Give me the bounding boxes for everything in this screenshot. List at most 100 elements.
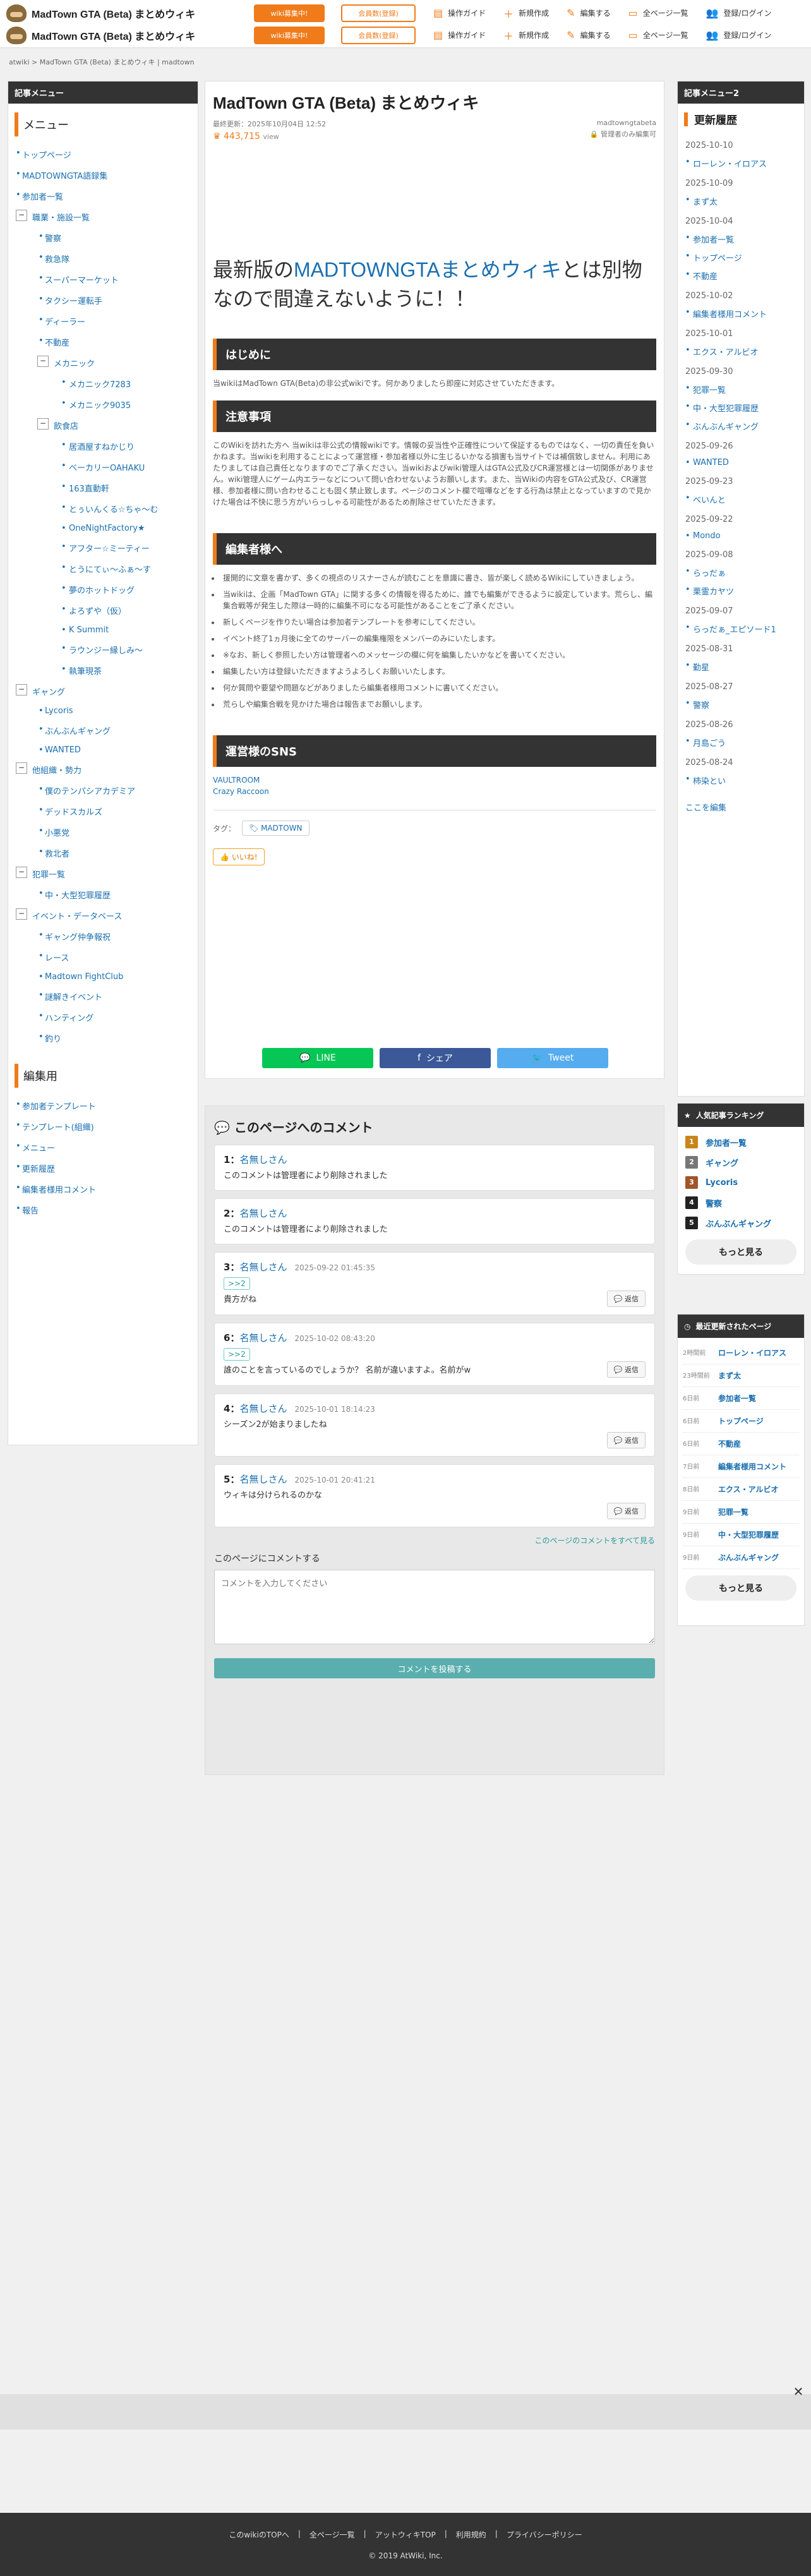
recent-item[interactable]: 9日前 犯罪一覧: [683, 1501, 799, 1524]
close-icon[interactable]: ✕: [791, 2384, 806, 2399]
nav-login[interactable]: 👥 登録/ログイン: [706, 7, 771, 19]
edit-menu-item[interactable]: 参加者テンプレート: [8, 1095, 198, 1116]
recent-item[interactable]: 9日前 中・大型犯罪履歴: [683, 1524, 799, 1546]
edit-menu-item[interactable]: 報告: [8, 1200, 198, 1220]
comment-author[interactable]: 名無しさん: [239, 1154, 287, 1165]
sns-vaultroom[interactable]: VAULTROOM: [213, 776, 260, 785]
like-button[interactable]: 👍 いいね!: [213, 848, 265, 865]
reply-button[interactable]: 💬 返信: [606, 1361, 646, 1378]
comment-author[interactable]: 名無しさん: [239, 1261, 287, 1273]
member-count-button[interactable]: 会員数(登録): [341, 26, 416, 44]
edit-menu-item[interactable]: 編集者様用コメント: [8, 1179, 198, 1200]
sidebar-item[interactable]: 参加者一覧: [8, 186, 198, 207]
edit-menu-item[interactable]: 更新履歴: [8, 1158, 198, 1179]
history-item[interactable]: Mondo: [685, 528, 796, 544]
collapse-toggle-icon[interactable]: −: [16, 762, 27, 774]
collapse-toggle-icon[interactable]: −: [37, 356, 49, 367]
share-twitter-button[interactable]: 🐦 Tweet: [497, 1048, 608, 1068]
reply-button[interactable]: 💬 返信: [606, 1503, 646, 1519]
recent-item[interactable]: 6日前 トップページ: [683, 1410, 799, 1433]
sidebar-item[interactable]: ベーカリーOAHAKU: [8, 457, 198, 478]
sidebar-item[interactable]: スーパーマーケット: [8, 269, 198, 290]
sidebar-item[interactable]: Lycoris: [8, 702, 198, 720]
recent-page[interactable]: まず太: [718, 1370, 794, 1381]
history-edit-link[interactable]: ここを編集: [685, 803, 726, 813]
history-item[interactable]: まず太: [685, 192, 796, 210]
history-item[interactable]: らっだぁ_エピソード1: [685, 620, 796, 638]
sidebar-item[interactable]: ぶんぶんギャング: [8, 720, 198, 741]
sidebar-item[interactable]: 不動産: [8, 332, 198, 352]
history-item[interactable]: ぶんぶんギャング: [685, 417, 796, 435]
wiki-recruit-button[interactable]: wiki募集中!: [254, 26, 325, 44]
recent-page[interactable]: ぶんぶんギャング: [718, 1552, 794, 1563]
post-comment-button[interactable]: コメントを投稿する: [214, 1658, 655, 1678]
sidebar-item[interactable]: WANTED: [8, 741, 198, 759]
sidebar-item[interactable]: 執筆現茶: [8, 660, 198, 681]
sidebar-item[interactable]: MADTOWNGTA語録集: [8, 165, 198, 186]
comment-author[interactable]: 名無しさん: [239, 1403, 287, 1414]
history-item[interactable]: 参加者一覧: [685, 230, 796, 248]
sidebar-item[interactable]: 僕のテンパシアカデミア: [8, 780, 198, 801]
reply-anchor[interactable]: >>2: [224, 1277, 250, 1290]
sidebar-item[interactable]: ラウンジー縁しみ〜: [8, 639, 198, 660]
recent-item[interactable]: 7日前 編集者様用コメント: [683, 1455, 799, 1478]
sns-crazy-raccoon[interactable]: Crazy Raccoon: [213, 787, 269, 796]
sidebar-item[interactable]: 中・大型犯罪履歴: [8, 884, 198, 905]
share-facebook-button[interactable]: f シェア: [380, 1048, 491, 1068]
sidebar-item[interactable]: レース: [8, 947, 198, 968]
nav-create[interactable]: ＋ 新規作成: [503, 28, 549, 43]
nav-edit[interactable]: ✎ 編集する: [567, 7, 610, 19]
sidebar-item[interactable]: OneNightFactory★: [8, 519, 198, 538]
sidebar-item[interactable]: − メカニック: [8, 352, 198, 373]
sidebar-item[interactable]: − 飲食店: [8, 415, 198, 436]
recent-page[interactable]: 参加者一覧: [718, 1393, 794, 1404]
recent-item[interactable]: 2時間前 ローレン・イロアス: [683, 1342, 799, 1364]
sidebar-item[interactable]: メカニック7283: [8, 373, 198, 394]
member-count-button[interactable]: 会員数(登録): [341, 4, 416, 22]
sidebar-item[interactable]: トップページ: [8, 144, 198, 165]
recent-item[interactable]: 6日前 不動産: [683, 1433, 799, 1455]
sidebar-item[interactable]: よろずや（仮）: [8, 600, 198, 621]
edit-menu-item[interactable]: テンプレート(組織): [8, 1116, 198, 1137]
collapse-toggle-icon[interactable]: −: [16, 908, 27, 920]
recent-item[interactable]: 9日前 ぶんぶんギャング: [683, 1546, 799, 1569]
sidebar-item[interactable]: − イベント・データベース: [8, 905, 198, 926]
sidebar-item[interactable]: Madtown FightClub: [8, 968, 198, 986]
sidebar-item[interactable]: とぅいんくる☆ちゃ〜む: [8, 498, 198, 519]
sidebar-item[interactable]: − ギャング: [8, 681, 198, 702]
comment-author[interactable]: 名無しさん: [239, 1208, 287, 1219]
recent-item[interactable]: 8日前 エクス・アルビオ: [683, 1478, 799, 1501]
history-item[interactable]: エクス・アルビオ: [685, 342, 796, 361]
nav-guide[interactable]: ▤ 操作ガイド: [433, 7, 486, 19]
recent-page[interactable]: エクス・アルビオ: [718, 1484, 794, 1495]
sidebar-item[interactable]: 夢のホットドッグ: [8, 579, 198, 600]
recent-item[interactable]: 23時間前 まず太: [683, 1364, 799, 1387]
sidebar-item[interactable]: − 職業・施設一覧: [8, 207, 198, 227]
comment-author[interactable]: 名無しさん: [239, 1332, 287, 1344]
sidebar-item[interactable]: ディーラー: [8, 311, 198, 332]
recent-page[interactable]: トップページ: [718, 1416, 794, 1426]
sidebar-item[interactable]: とうにてぃ〜ふぁ〜す: [8, 558, 198, 579]
history-item[interactable]: 栗霊カヤツ: [685, 582, 796, 600]
history-item[interactable]: 柿染とい: [685, 771, 796, 790]
footer-link[interactable]: 全ページ一覧: [309, 2529, 355, 2540]
nav-edit[interactable]: ✎ 編集する: [567, 29, 610, 41]
sidebar-item[interactable]: 居酒屋すねかじり: [8, 436, 198, 457]
sidebar-item[interactable]: 救北者: [8, 843, 198, 864]
sidebar-item[interactable]: K Summit: [8, 621, 198, 639]
nav-all-pages[interactable]: ▭ 全ページ一覧: [628, 29, 688, 41]
collapse-toggle-icon[interactable]: −: [16, 867, 27, 878]
sidebar-item[interactable]: ハンティング: [8, 1007, 198, 1028]
breadcrumb[interactable]: atwiki > MadTown GTA (Beta) まとめウィキ | mad…: [9, 57, 195, 67]
sidebar-item[interactable]: メカニック9035: [8, 394, 198, 415]
site-logo[interactable]: MadTown GTA (Beta) まとめウィキ: [0, 4, 246, 22]
collapse-toggle-icon[interactable]: −: [16, 210, 27, 221]
recent-page[interactable]: 中・大型犯罪履歴: [718, 1529, 794, 1540]
sidebar-item[interactable]: ギャング仲争報祝: [8, 926, 198, 947]
history-item[interactable]: 犯罪一覧: [685, 380, 796, 399]
site-title[interactable]: MadTown GTA (Beta) まとめウィキ: [32, 6, 195, 21]
ranking-item[interactable]: 2 ギャング: [685, 1152, 796, 1172]
sidebar-item[interactable]: 謎解きイベント: [8, 986, 198, 1007]
notice-link[interactable]: MADTOWNGTAまとめウィキ: [294, 258, 562, 281]
recent-page[interactable]: 編集者様用コメント: [718, 1461, 794, 1472]
